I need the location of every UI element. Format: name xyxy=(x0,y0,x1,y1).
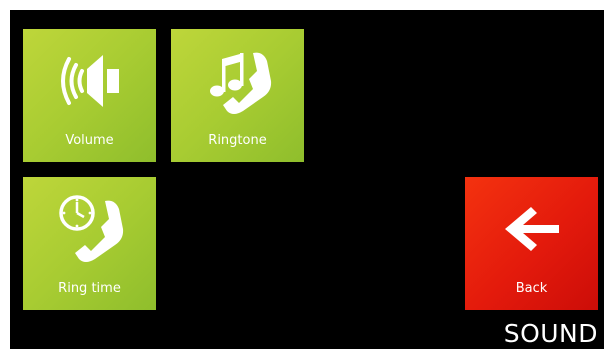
volume-tile[interactable]: Volume xyxy=(23,29,156,162)
phone-music-note-icon xyxy=(171,41,304,127)
page-title: SOUND xyxy=(503,319,598,348)
speaker-volume-icon xyxy=(23,41,156,127)
ringtone-tile[interactable]: Ringtone xyxy=(171,29,304,162)
ring-time-tile[interactable]: Ring time xyxy=(23,177,156,310)
back-button[interactable]: Back xyxy=(465,177,598,310)
sound-screen: Volume Ringtone Ring time Back SOUND xyxy=(10,10,604,349)
ring-time-label: Ring time xyxy=(58,281,121,296)
arrow-left-icon xyxy=(465,189,598,275)
window-frame: Volume Ringtone Ring time Back SOUND xyxy=(0,0,604,349)
volume-label: Volume xyxy=(65,133,114,148)
ringtone-label: Ringtone xyxy=(208,133,267,148)
back-label: Back xyxy=(515,281,548,296)
phone-clock-icon xyxy=(23,189,156,275)
